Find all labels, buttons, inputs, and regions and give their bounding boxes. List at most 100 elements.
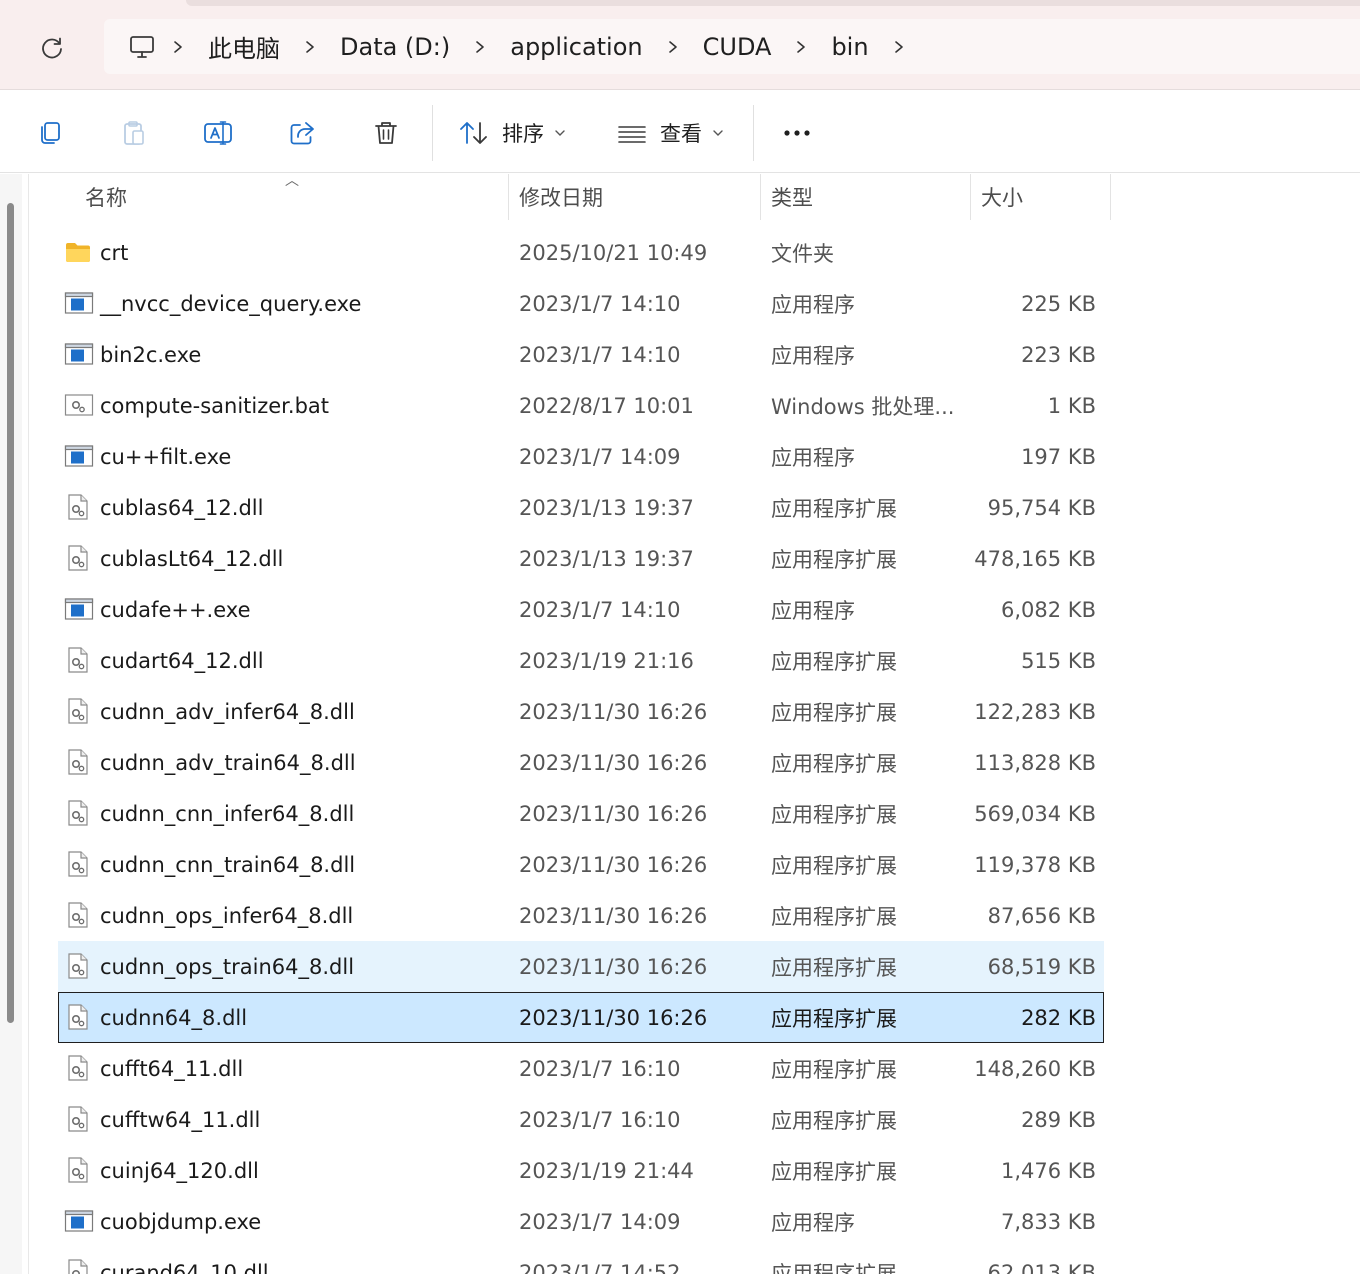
more-options-button[interactable] [775, 111, 819, 155]
share-icon [290, 122, 314, 145]
file-size: 515 KB [1021, 648, 1096, 673]
breadcrumb-chevron[interactable] [781, 27, 821, 67]
column-header-size[interactable]: 大小 [971, 174, 1110, 220]
column-header-name[interactable]: 名称 [75, 174, 508, 220]
breadcrumb-chevron[interactable] [290, 27, 330, 67]
file-type: 应用程序扩展 [771, 955, 897, 980]
share-button[interactable] [280, 111, 324, 155]
file-type: 应用程序扩展 [771, 1261, 897, 1274]
breadcrumb-chevron[interactable] [653, 27, 693, 67]
file-row[interactable]: __nvcc_device_query.exe 2023/1/7 14:10 应用程… [58, 278, 1104, 329]
file-size: 569,034 KB [974, 801, 1096, 826]
file-date: 2023/11/30 16:26 [519, 801, 708, 826]
file-date: 2023/1/7 14:52 [519, 1260, 681, 1274]
column-header-type[interactable]: 类型 [761, 174, 970, 220]
column-divider[interactable] [1110, 174, 1111, 220]
file-size: 478,165 KB [974, 546, 1096, 571]
file-name: cufftw64_11.dll [100, 1107, 261, 1132]
file-size: 289 KB [1021, 1107, 1096, 1132]
file-date: 2023/11/30 16:26 [519, 699, 708, 724]
file-row[interactable]: cublasLt64_12.dll 2023/1/13 19:37 应用程序扩展 47… [58, 533, 1104, 584]
this-pc-button[interactable] [126, 27, 158, 67]
view-button[interactable]: 查看 [616, 111, 724, 155]
file-row[interactable]: cudnn_ops_train64_8.dll 2023/11/30 16:26 应… [58, 941, 1104, 992]
file-row[interactable]: cudart64_12.dll 2023/1/19 21:16 应用程序扩展 515 … [58, 635, 1104, 686]
file-name: cublasLt64_12.dll [100, 546, 284, 571]
delete-button[interactable] [364, 111, 408, 155]
breadcrumb-chevron[interactable] [158, 27, 198, 67]
exe-icon [64, 289, 94, 317]
file-name: __nvcc_device_query.exe [100, 291, 362, 316]
file-size: 87,656 KB [987, 903, 1096, 928]
list-view-icon [618, 126, 646, 143]
dll-icon [64, 1156, 92, 1184]
scrollbar-thumb[interactable] [7, 203, 14, 1023]
file-type: 应用程序 [771, 598, 855, 623]
sort-button[interactable]: 排序 [458, 111, 566, 155]
file-date: 2023/1/7 14:10 [519, 597, 681, 622]
file-type: 应用程序扩展 [771, 1006, 897, 1031]
breadcrumb-chevron[interactable] [879, 27, 919, 67]
view-label: 查看 [660, 122, 702, 146]
file-size: 119,378 KB [974, 852, 1096, 877]
file-row[interactable]: cudnn_cnn_infer64_8.dll 2023/11/30 16:26 应… [58, 788, 1104, 839]
paste-button[interactable] [112, 111, 156, 155]
file-row[interactable]: cudnn64_8.dll 2023/11/30 16:26 应用程序扩展 282 K… [58, 992, 1104, 1043]
file-date: 2023/11/30 16:26 [519, 1005, 708, 1030]
sort-label: 排序 [502, 122, 544, 146]
breadcrumb-application[interactable]: application [500, 27, 652, 67]
file-row[interactable]: bin2c.exe 2023/1/7 14:10 应用程序 223 KB [58, 329, 1104, 380]
chevron-right-icon [306, 40, 314, 53]
file-row[interactable]: cudnn_cnn_train64_8.dll 2023/11/30 16:26 应… [58, 839, 1104, 890]
file-row[interactable]: curand64_10.dll 2023/1/7 14:52 应用程序扩展 62,01… [58, 1247, 1104, 1274]
file-date: 2023/1/13 19:37 [519, 546, 694, 571]
file-row[interactable]: cudafe++.exe 2023/1/7 14:10 应用程序 6,082 KB [58, 584, 1104, 635]
file-size: 223 KB [1021, 342, 1096, 367]
exe-icon [64, 340, 94, 368]
chevron-right-icon [174, 40, 182, 53]
file-row[interactable]: cufftw64_11.dll 2023/1/7 16:10 应用程序扩展 289 K… [58, 1094, 1104, 1145]
breadcrumb-chevron[interactable] [460, 27, 500, 67]
file-row[interactable]: cuobjdump.exe 2023/1/7 14:09 应用程序 7,833 KB [58, 1196, 1104, 1247]
file-row[interactable]: cudnn_adv_train64_8.dll 2023/11/30 16:26 应… [58, 737, 1104, 788]
bat-icon [64, 391, 94, 419]
dll-icon [64, 1054, 92, 1082]
file-row[interactable]: cudnn_ops_infer64_8.dll 2023/11/30 16:26 应… [58, 890, 1104, 941]
rename-button[interactable] [196, 111, 240, 155]
file-type: 应用程序扩展 [771, 751, 897, 776]
file-type: Windows 批处理... [771, 394, 955, 419]
file-row[interactable]: cudnn_adv_infer64_8.dll 2023/11/30 16:26 应… [58, 686, 1104, 737]
file-row[interactable]: cublas64_12.dll 2023/1/13 19:37 应用程序扩展 95,7… [58, 482, 1104, 533]
file-row[interactable]: cufft64_11.dll 2023/1/7 16:10 应用程序扩展 148,26… [58, 1043, 1104, 1094]
file-row[interactable]: crt 2025/10/21 10:49 文件夹 [58, 227, 1104, 278]
breadcrumb-bin[interactable]: bin [821, 27, 878, 67]
file-date: 2023/1/19 21:16 [519, 648, 694, 673]
breadcrumb-cuda[interactable]: CUDA [693, 27, 782, 67]
file-row[interactable]: cu++filt.exe 2023/1/7 14:09 应用程序 197 KB [58, 431, 1104, 482]
file-type: 应用程序扩展 [771, 1057, 897, 1082]
command-bar: 排序 查看 [0, 91, 1360, 173]
file-size: 62,013 KB [987, 1260, 1096, 1274]
file-type: 应用程序扩展 [771, 547, 897, 572]
refresh-button[interactable] [32, 28, 72, 68]
address-box[interactable]: 此电脑 Data (D:) application CUDA bin [104, 19, 1360, 74]
file-date: 2023/11/30 16:26 [519, 852, 708, 877]
copy-button[interactable] [28, 111, 72, 155]
toolbar-divider [753, 105, 754, 161]
file-row[interactable]: compute-sanitizer.bat 2022/8/17 10:01 Wind… [58, 380, 1104, 431]
file-date: 2023/1/7 14:09 [519, 1209, 681, 1234]
tab-strip-edge [186, 0, 1360, 6]
file-type: 应用程序 [771, 445, 855, 470]
breadcrumb-this-pc[interactable]: 此电脑 [198, 27, 290, 67]
sort-icon [460, 122, 487, 144]
dll-icon [64, 646, 92, 674]
chevron-down-icon [713, 130, 723, 136]
file-date: 2023/1/7 16:10 [519, 1107, 681, 1132]
file-rows: crt 2025/10/21 10:49 文件夹 __nvcc_device_quer… [58, 227, 1104, 1274]
file-name: cudnn_adv_train64_8.dll [100, 750, 356, 775]
file-type: 应用程序扩展 [771, 853, 897, 878]
column-header-date[interactable]: 修改日期 [509, 174, 760, 220]
folder-icon [64, 238, 92, 266]
breadcrumb-data-drive[interactable]: Data (D:) [330, 27, 460, 67]
file-row[interactable]: cuinj64_120.dll 2023/1/19 21:44 应用程序扩展 1,47… [58, 1145, 1104, 1196]
